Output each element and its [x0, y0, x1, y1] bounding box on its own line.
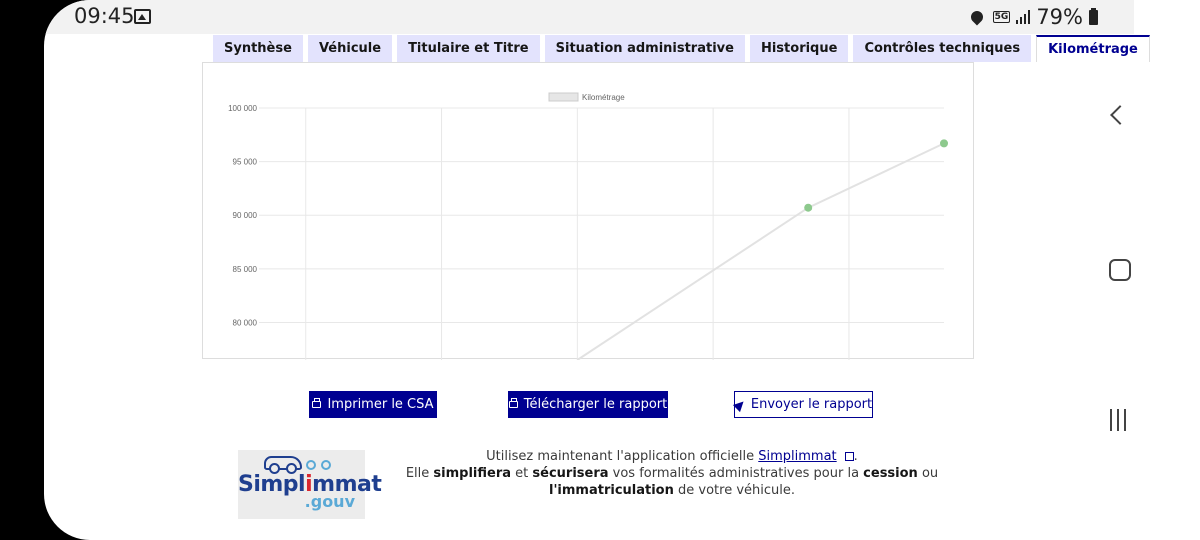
series-line [576, 142, 945, 360]
send-icon [732, 397, 747, 412]
legend-swatch [548, 92, 579, 102]
mileage-chart-panel: 80 000 85 000 90 000 95 000 100 000 Kilométr… [202, 62, 974, 360]
signal-icon [1016, 10, 1031, 24]
tab-vehicule[interactable]: Véhicule [307, 35, 393, 62]
y-tick-label: 90 000 [233, 211, 258, 220]
location-icon [968, 8, 986, 26]
logo-gouv: .gouv [304, 492, 355, 511]
battery-icon [1089, 7, 1098, 25]
y-tick-label: 100 000 [228, 104, 257, 113]
promo-text: Utilisez maintenant l'application offici… [405, 449, 939, 498]
simplimmat-logo[interactable]: Simplimmat .gouv [238, 450, 382, 519]
home-nav-icon[interactable] [1109, 259, 1131, 281]
send-report-button[interactable]: Envoyer le rapport [732, 391, 873, 418]
external-link-icon [844, 452, 854, 461]
print-icon [312, 398, 322, 408]
data-point[interactable] [940, 139, 948, 148]
simplimmat-link[interactable]: Simplimmat [758, 449, 836, 464]
tab-kilometrage[interactable]: Kilométrage [1036, 35, 1150, 62]
status-time: 09:45 [74, 4, 135, 28]
print-icon [508, 398, 518, 408]
download-report-label: Télécharger le rapport [523, 397, 668, 412]
tab-bar: Synthèse Véhicule Titulaire et Titre Sit… [213, 35, 1150, 62]
recent-apps-icon[interactable] [1110, 409, 1126, 431]
status-bar: 09:45 5G 79% [44, 0, 1134, 34]
chart-legend[interactable]: Kilométrage [548, 92, 625, 102]
y-tick-label: 85 000 [233, 265, 258, 274]
tab-titulaire-et-titre[interactable]: Titulaire et Titre [397, 35, 540, 62]
y-tick-label: 80 000 [233, 318, 258, 327]
tab-situation-administrative[interactable]: Situation administrative [544, 35, 745, 62]
print-csa-label: Imprimer le CSA [327, 397, 434, 412]
battery-level: 79% [1036, 5, 1083, 29]
gallery-icon [134, 9, 151, 24]
tab-synthese[interactable]: Synthèse [213, 35, 303, 62]
tab-controles-techniques[interactable]: Contrôles techniques [853, 35, 1032, 62]
download-report-button[interactable]: Télécharger le rapport [508, 391, 668, 418]
status-right: 5G 79% [968, 4, 1098, 30]
send-report-label: Envoyer le rapport [750, 397, 873, 412]
legend-label: Kilométrage [582, 93, 625, 102]
data-point[interactable] [804, 203, 813, 212]
network-type: 5G [992, 11, 1011, 23]
app-screen: 09:45 5G 79% Synthèse Véhicule Titulaire… [44, 0, 1200, 540]
car-icon [264, 456, 302, 474]
motorcycle-icon [306, 458, 334, 470]
series-kilometrage [576, 139, 948, 360]
print-csa-button[interactable]: Imprimer le CSA [309, 391, 437, 418]
tab-historique[interactable]: Historique [749, 35, 849, 62]
y-tick-label: 95 000 [233, 158, 258, 167]
mileage-chart: 80 000 85 000 90 000 95 000 100 000 Kilométr… [228, 92, 948, 360]
